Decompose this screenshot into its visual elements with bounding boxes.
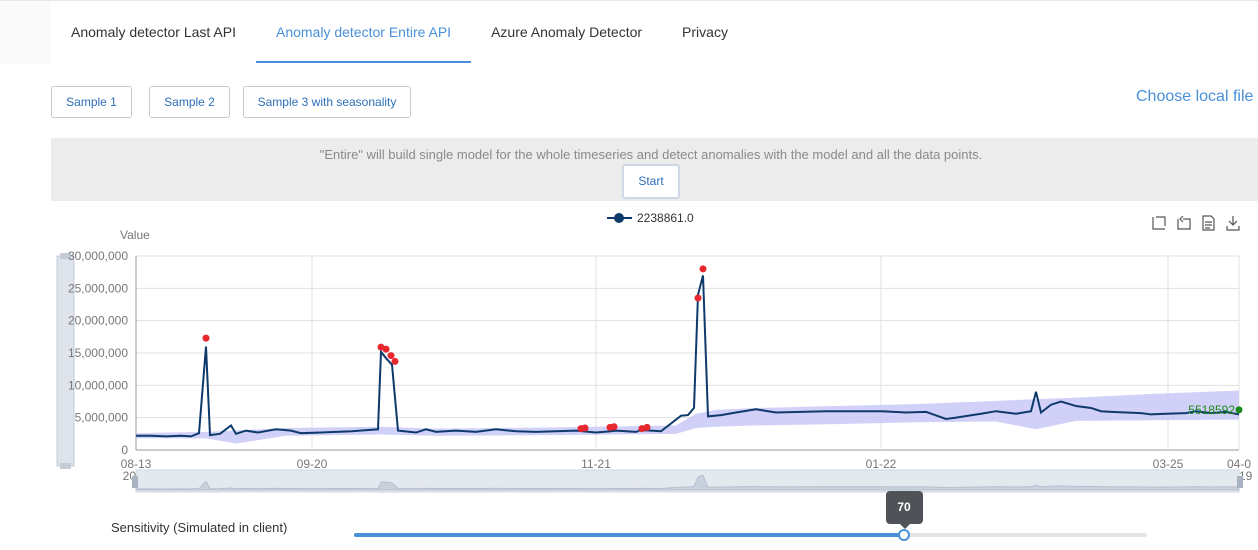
y-axis-label: Value (120, 228, 150, 242)
y-tick-label: 10,000,000 (68, 378, 128, 392)
y-tick-label: 5,000,000 (75, 411, 129, 425)
tab-bar: Anomaly detector Last API Anomaly detect… (0, 0, 1258, 65)
start-button[interactable]: Start (622, 164, 680, 199)
sample-3-button[interactable]: Sample 3 with seasonality (243, 86, 411, 118)
anomaly-point[interactable] (610, 423, 618, 431)
tab-list: Anomaly detector Last API Anomaly detect… (51, 1, 1258, 65)
info-text: "Entire" will build single model for the… (319, 147, 983, 162)
y-tick-label: 25,000,000 (68, 281, 128, 295)
y-zoom-handle-bottom[interactable] (60, 463, 71, 469)
last-value-label: 5518592 (1188, 403, 1235, 417)
sensitivity-tooltip: 70 (885, 491, 923, 529)
last-point[interactable] (1235, 406, 1243, 414)
y-tick-label: 30,000,000 (68, 249, 128, 263)
legend-label: 2238861.0 (637, 211, 694, 225)
data-view-icon[interactable] (1202, 215, 1215, 231)
anomaly-point[interactable] (202, 334, 210, 342)
anomaly-point[interactable] (699, 265, 707, 273)
zoom-icon[interactable] (1152, 216, 1166, 230)
sample-1-button[interactable]: Sample 1 (51, 86, 132, 118)
choose-local-file-link[interactable]: Choose local file (1136, 88, 1253, 106)
x-zoom-handle-right[interactable] (1237, 476, 1243, 488)
sensitivity-fill (354, 533, 904, 537)
last-point-group: 5518592 (1188, 403, 1243, 417)
tab-entire-api[interactable]: Anomaly detector Entire API (255, 1, 472, 63)
y-tick-label: 20,000,000 (68, 314, 128, 328)
legend-marker-icon (614, 213, 624, 223)
y-tick-label: 0 (121, 443, 128, 457)
anomaly-points (202, 265, 707, 433)
tab-last-api[interactable]: Anomaly detector Last API (51, 1, 256, 63)
legend[interactable]: 2238861.0 (607, 211, 694, 225)
sensitivity-handle[interactable] (897, 529, 910, 541)
expected-range-band (136, 390, 1239, 444)
tab-privacy[interactable]: Privacy (662, 1, 748, 63)
axis-ticks: 08-13201809-20201811-21201801-22201903-2… (68, 249, 1253, 483)
chart-toolbox (1152, 215, 1240, 231)
chart-svg: Value 2238861.0 08-13201809-20201811-212… (56, 211, 1253, 493)
sample-2-button[interactable]: Sample 2 (149, 86, 230, 118)
x-zoom-handle-left[interactable] (132, 476, 138, 488)
anomaly-chart: Value 2238861.0 08-13201809-20201811-212… (0, 200, 1258, 500)
anomaly-point[interactable] (581, 424, 589, 432)
zoom-reset-icon[interactable] (1177, 215, 1191, 230)
anomaly-point[interactable] (391, 357, 399, 365)
sensitivity-label: Sensitivity (Simulated in client) (111, 520, 288, 535)
y-tick-label: 15,000,000 (68, 346, 128, 360)
tab-azure-anomaly-detector[interactable]: Azure Anomaly Detector (471, 1, 662, 63)
anomaly-point[interactable] (387, 352, 395, 360)
anomaly-point[interactable] (643, 423, 651, 431)
anomaly-point[interactable] (694, 294, 702, 302)
download-icon[interactable] (1226, 216, 1240, 231)
x-zoom-slider[interactable] (132, 469, 1243, 493)
anomaly-point[interactable] (382, 345, 390, 353)
